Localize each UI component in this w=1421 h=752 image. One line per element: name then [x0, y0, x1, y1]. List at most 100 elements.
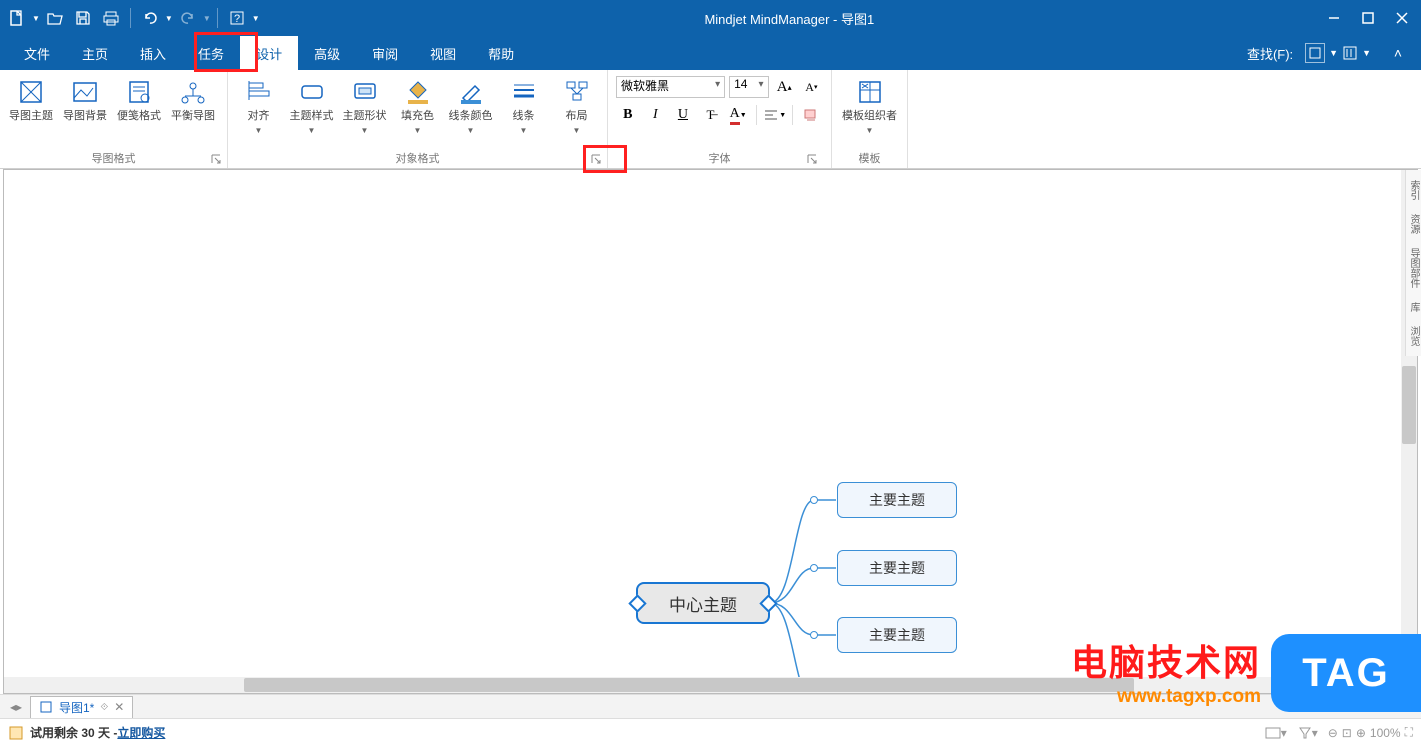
search-label: 查找(F): [1247, 44, 1293, 63]
group-font-label: 字体 [709, 150, 731, 166]
linecolor-icon [457, 78, 485, 106]
sidepanel-resource[interactable]: 资源 [1407, 210, 1420, 238]
line-color-button[interactable]: 线条颜色▼ [446, 74, 495, 139]
open-button[interactable] [42, 5, 68, 31]
fullscreen-icon[interactable]: ⛶ [1405, 725, 1413, 740]
close-button[interactable] [1387, 5, 1417, 31]
tab-insert[interactable]: 插入 [124, 36, 182, 70]
strike-button[interactable]: T̶ [699, 104, 723, 126]
tag-badge: TAG [1271, 634, 1421, 712]
status-bar: 试用剩余 30 天 - 立即购买 ▾ ▾ ⊖ ⊡ ⊕ 100% ⛶ [0, 718, 1421, 746]
vscroll-thumb[interactable] [1402, 366, 1416, 444]
grow-font-button[interactable]: A▴ [773, 76, 796, 98]
map-canvas[interactable]: 中心主题 主要主题 主要主题 主要主题 主要主题 [3, 169, 1418, 694]
bold-button[interactable]: B [616, 104, 640, 126]
memo-format-button[interactable]: 便笺格式 [114, 74, 164, 126]
sidepanel-parts[interactable]: 导图部件 [1407, 244, 1420, 292]
clear-format-button[interactable] [799, 104, 823, 126]
layout-icon [563, 78, 591, 106]
font-launcher[interactable] [805, 152, 819, 166]
zoom-controls[interactable]: ⊖ ⊡ ⊕ 100% ⛶ [1328, 725, 1413, 740]
main-topic-3[interactable]: 主要主题 [837, 617, 957, 653]
sidepanel-index[interactable]: 索引 [1407, 176, 1420, 204]
collapse-ribbon-button[interactable]: ˄ [1383, 40, 1413, 66]
template-org-button[interactable]: 模板组织者▼ [838, 74, 901, 139]
document-tab[interactable]: 导图1* ⟐ ✕ [30, 696, 133, 718]
document-tab-label: 导图1* [59, 699, 94, 716]
tab-file[interactable]: 文件 [8, 36, 66, 70]
main-topic-2[interactable]: 主要主题 [837, 550, 957, 586]
tab-home[interactable]: 主页 [66, 36, 124, 70]
window-title: Mindjet MindManager - 导图1 [260, 9, 1319, 28]
maximize-button[interactable] [1353, 5, 1383, 31]
font-size-select[interactable]: 14 [729, 76, 768, 98]
print-button[interactable] [98, 5, 124, 31]
redo-button[interactable] [175, 5, 201, 31]
central-topic[interactable]: 中心主题 [636, 582, 770, 624]
font-name-select[interactable]: 微软雅黑 [616, 76, 725, 98]
tab-review[interactable]: 审阅 [356, 36, 414, 70]
tab-task[interactable]: 任务 [182, 36, 240, 70]
new-doc-button[interactable] [4, 5, 30, 31]
obj-format-launcher[interactable] [589, 152, 603, 166]
fill-color-button[interactable]: 填充色▼ [393, 74, 442, 139]
connector-dot [810, 631, 818, 639]
pin-icon[interactable]: ⟐ [100, 702, 108, 713]
undo-button[interactable] [137, 5, 163, 31]
tab-help[interactable]: 帮助 [472, 36, 530, 70]
ribbon-tabs: 文件 主页 插入 任务 设计 高级 审阅 视图 帮助 查找(F): ▼ ▼ ˄ [0, 36, 1421, 70]
search-toggle[interactable]: ▼ ▼ [1305, 43, 1371, 63]
balance-map-button[interactable]: 平衡导图 [168, 74, 218, 126]
settings-icon [1342, 45, 1358, 61]
group-obj-format-label: 对象格式 [396, 150, 440, 166]
bg-icon [71, 78, 99, 106]
svg-text:?: ? [234, 13, 240, 25]
tab-advanced[interactable]: 高级 [298, 36, 356, 70]
layout-button[interactable]: 布局▼ [552, 74, 601, 139]
theme-icon [17, 78, 45, 106]
line-icon [510, 78, 538, 106]
sidepanel-browse[interactable]: 浏览 [1407, 322, 1420, 350]
italic-button[interactable]: I [644, 104, 668, 126]
memo-icon [125, 78, 153, 106]
connector-dot [810, 564, 818, 572]
zoom-value: 100% [1370, 726, 1401, 740]
zoom-fit-icon[interactable]: ⊡ [1342, 726, 1352, 740]
topic-style-button[interactable]: 主题样式▼ [287, 74, 336, 139]
new-tab-button[interactable]: ◂▸ [6, 697, 26, 717]
main-topic-1[interactable]: 主要主题 [837, 482, 957, 518]
close-tab-button[interactable]: ✕ [114, 700, 124, 714]
shrink-font-button[interactable]: A▾ [800, 76, 823, 98]
group-template-label: 模板 [859, 150, 881, 166]
horizontal-scrollbar[interactable] [4, 677, 1401, 693]
zoom-in-icon[interactable]: ⊕ [1356, 726, 1366, 740]
buy-now-link[interactable]: 立即购买 [117, 724, 165, 741]
align-icon [245, 78, 273, 106]
save-button[interactable] [70, 5, 96, 31]
doc-icon [39, 700, 53, 714]
zoom-out-icon[interactable]: ⊖ [1328, 726, 1338, 740]
map-format-launcher[interactable] [209, 152, 223, 166]
tab-view[interactable]: 视图 [414, 36, 472, 70]
underline-button[interactable]: U [671, 104, 695, 126]
shape-icon [351, 78, 379, 106]
help-button[interactable]: ? [224, 5, 250, 31]
topic-shape-button[interactable]: 主题形状▼ [340, 74, 389, 139]
ribbon: 导图主题 导图背景 便笺格式 平衡导图 导图格式 对齐▼ 主题样式▼ 主题形状▼… [0, 70, 1421, 169]
map-bg-button[interactable]: 导图背景 [60, 74, 110, 126]
template-icon [856, 78, 884, 106]
line-button[interactable]: 线条▼ [499, 74, 548, 139]
align-button[interactable]: 对齐▼ [234, 74, 283, 139]
balance-icon [179, 78, 207, 106]
hscroll-thumb[interactable] [244, 678, 1134, 692]
map-theme-button[interactable]: 导图主题 [6, 74, 56, 126]
filter-button[interactable]: ▾ [1296, 722, 1320, 744]
font-color-button[interactable]: A▼ [726, 104, 750, 126]
view-mode-button[interactable]: ▾ [1264, 722, 1288, 744]
text-align-button[interactable]: ▼ [763, 104, 787, 126]
tab-design[interactable]: 设计 [240, 36, 298, 70]
sidepanel-library[interactable]: 库 [1407, 298, 1420, 316]
fill-icon [404, 78, 432, 106]
group-map-format-label: 导图格式 [92, 150, 136, 166]
minimize-button[interactable] [1319, 5, 1349, 31]
